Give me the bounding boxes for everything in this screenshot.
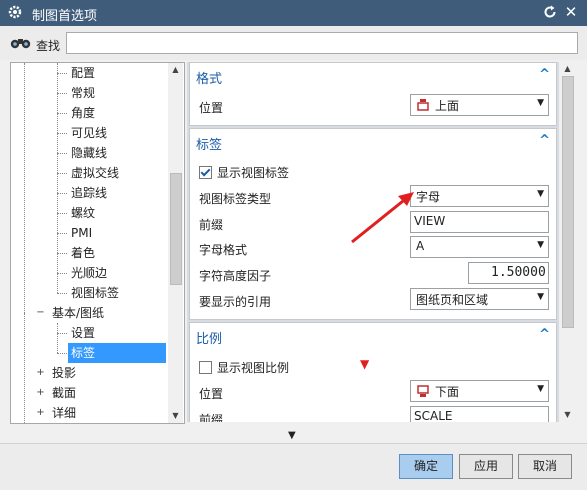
chevron-down-icon: ▼ bbox=[537, 384, 544, 394]
tree-item-projection[interactable]: 投影 bbox=[52, 363, 76, 383]
show-view-scale-text: 显示视图比例 bbox=[217, 361, 290, 375]
red-annotation-arrow-icon bbox=[351, 192, 414, 244]
section-header[interactable]: 标签 ^ bbox=[190, 129, 556, 155]
category-tree: 配置 常规 角度 可见线 隐藏线 虚拟交线 追踪线 螺纹 PMI 着色 光顺边 … bbox=[10, 62, 185, 424]
prefix-input[interactable]: VIEW bbox=[410, 211, 549, 233]
expand-icon[interactable]: + bbox=[36, 368, 45, 378]
show-view-scale-checkbox[interactable] bbox=[199, 361, 212, 374]
tree-guide bbox=[57, 323, 58, 353]
close-button[interactable]: ✕ bbox=[563, 3, 579, 21]
chevron-down-icon: ▼ bbox=[537, 189, 544, 199]
scale-position-dropdown[interactable]: 下面 ▼ bbox=[410, 380, 549, 402]
window-title: 制图首选项 bbox=[32, 9, 98, 24]
tree-item[interactable]: 常规 bbox=[71, 83, 95, 103]
reset-icon[interactable] bbox=[542, 4, 558, 20]
expand-icon[interactable]: + bbox=[36, 388, 45, 398]
scroll-down-icon[interactable]: ▼ bbox=[168, 409, 183, 423]
gear-icon bbox=[8, 5, 22, 19]
reference-label: 要显示的引用 bbox=[199, 295, 272, 309]
tree-item[interactable]: 着色 bbox=[71, 243, 95, 263]
scale-prefix-label: 前缀 bbox=[199, 413, 224, 422]
tree-guide bbox=[57, 63, 58, 293]
tree-item[interactable]: 光顺边 bbox=[71, 263, 107, 283]
letter-format-dropdown[interactable]: A ▼ bbox=[410, 236, 549, 258]
tree-scrollbar[interactable]: ▲ ▼ bbox=[168, 63, 183, 423]
letter-format-label: 字母格式 bbox=[199, 243, 248, 257]
scale-position-label: 位置 bbox=[199, 387, 224, 401]
section-title: 标签 bbox=[196, 138, 223, 153]
tree-item[interactable]: 追踪线 bbox=[71, 183, 107, 203]
tree-item[interactable]: 隐藏线 bbox=[71, 143, 107, 163]
collapse-icon[interactable]: ^ bbox=[539, 67, 550, 82]
reference-dropdown[interactable]: 图纸页和区域 ▼ bbox=[410, 288, 549, 310]
scrollbar-thumb[interactable] bbox=[170, 173, 182, 285]
tree-item[interactable]: 配置 bbox=[71, 63, 95, 83]
title-bar: 制图首选项 ✕ bbox=[0, 0, 587, 26]
tree-item-section[interactable]: 截面 bbox=[52, 383, 76, 403]
scroll-up-icon[interactable]: ▲ bbox=[560, 62, 575, 76]
section-format: 格式 ^ 位置 上面 ▼ bbox=[189, 62, 557, 126]
tree-item[interactable]: 视图标签 bbox=[71, 283, 119, 303]
scroll-down-icon[interactable]: ▼ bbox=[560, 408, 575, 422]
char-height-input[interactable]: 1.50000 bbox=[468, 262, 549, 284]
section-title: 格式 bbox=[196, 72, 223, 87]
cancel-button[interactable]: 取消 bbox=[518, 454, 572, 479]
collapse-icon[interactable]: ^ bbox=[539, 327, 550, 342]
prefix-label: 前缀 bbox=[199, 218, 224, 232]
char-height-label: 字符高度因子 bbox=[199, 269, 272, 283]
tree-item[interactable]: 可见线 bbox=[71, 123, 107, 143]
tree-guide bbox=[24, 63, 25, 313]
tree-guide bbox=[24, 313, 25, 423]
button-bar: 确定 应用 取消 bbox=[0, 443, 587, 490]
find-bar: 查找 bbox=[0, 26, 587, 60]
section-header[interactable]: 比例 ^ bbox=[190, 323, 556, 349]
chevron-down-icon: ▼ bbox=[537, 240, 544, 250]
label-type-dropdown[interactable]: 字母 ▼ bbox=[410, 185, 549, 207]
show-view-label-checkbox[interactable] bbox=[199, 166, 212, 179]
chevron-down-icon: ▼ bbox=[537, 98, 544, 108]
scroll-up-icon[interactable]: ▲ bbox=[168, 63, 183, 77]
label-top-icon bbox=[417, 99, 429, 111]
section-title: 比例 bbox=[196, 332, 223, 347]
position-dropdown[interactable]: 上面 ▼ bbox=[410, 94, 549, 116]
position-label: 位置 bbox=[199, 101, 224, 115]
expand-more-icon[interactable]: ▼ bbox=[288, 430, 296, 441]
collapse-icon[interactable]: ^ bbox=[539, 133, 550, 148]
label-type-label: 视图标签类型 bbox=[199, 192, 272, 206]
tree-item-settings[interactable]: 设置 bbox=[71, 323, 95, 343]
expand-icon[interactable]: + bbox=[36, 408, 45, 418]
tree-item[interactable]: 螺纹 bbox=[71, 203, 95, 223]
collapse-icon[interactable]: − bbox=[36, 308, 45, 318]
chevron-down-icon: ▼ bbox=[537, 292, 544, 302]
tree-item[interactable]: 虚拟交线 bbox=[71, 163, 119, 183]
find-label: 查找 bbox=[36, 39, 61, 53]
marker-triangle-icon: ▼ bbox=[360, 357, 370, 371]
section-scale: 比例 ^ 显示视图比例 ▼ 位置 下面 ▼ 前缀 SCALE bbox=[189, 322, 557, 422]
binoculars-icon bbox=[10, 39, 31, 49]
label-bottom-icon bbox=[417, 385, 429, 397]
scale-prefix-input[interactable]: SCALE bbox=[410, 406, 549, 422]
panel-scrollbar[interactable]: ▲ ▼ bbox=[560, 62, 575, 422]
apply-button[interactable]: 应用 bbox=[459, 454, 513, 479]
tree-item-detail[interactable]: 详细 bbox=[52, 403, 76, 423]
scrollbar-thumb[interactable] bbox=[562, 76, 574, 328]
ok-button[interactable]: 确定 bbox=[399, 454, 453, 479]
tree-group-basic-drawing[interactable]: 基本/图纸 bbox=[52, 303, 104, 323]
tree-item[interactable]: PMI bbox=[71, 223, 92, 243]
show-view-label-text: 显示视图标签 bbox=[217, 166, 290, 180]
section-header[interactable]: 格式 ^ bbox=[190, 63, 556, 89]
tree-item[interactable]: 角度 bbox=[71, 103, 95, 123]
find-input[interactable] bbox=[66, 32, 578, 54]
tree-item-label-selected[interactable]: 标签 bbox=[68, 343, 166, 363]
